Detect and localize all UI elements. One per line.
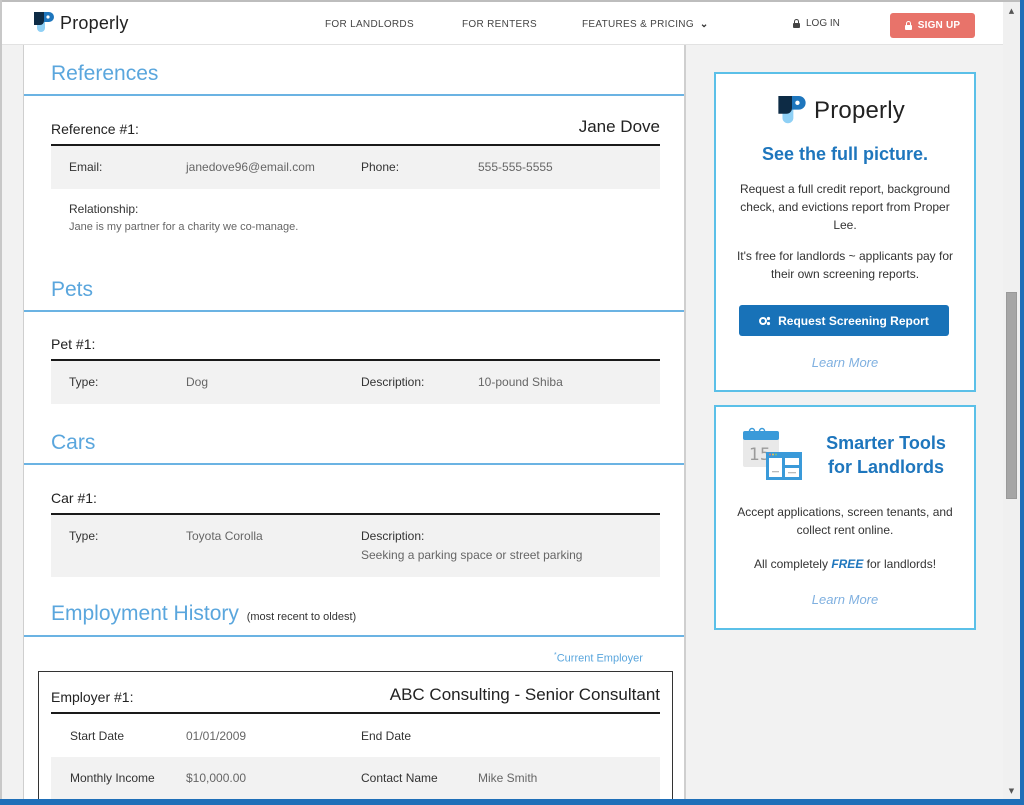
properly-logo-icon [778,96,806,124]
reference-contact-row: Email: janedove96@email.com Phone: 555-5… [51,146,660,189]
employment-title-text: Employment History [51,602,239,625]
employer-item-header: Employer #1: ABC Consulting - Senior Con… [51,685,660,714]
start-date-value: 01/01/2009 [186,729,247,743]
screening-body-2: It's free for landlords ~ applicants pay… [736,249,954,281]
screening-learn-more-link[interactable]: Learn More [716,355,974,370]
pet-description-value: 10-pound Shiba [478,375,563,389]
login-label: LOG IN [806,18,840,29]
signup-label: SIGN UP [917,20,961,31]
pet-description-label: Description: [361,375,425,389]
brand-logo[interactable]: Properly [34,12,129,34]
pet-type-value: Dog [186,375,209,389]
nav-for-renters[interactable]: FOR RENTERS [462,19,537,30]
scroll-down-arrow-icon[interactable]: ▼ [1003,782,1020,799]
employment-title: Employment History (most recent to oldes… [51,602,356,626]
pet-label: Pet #1: [51,336,96,352]
login-link[interactable]: LOG IN [793,18,840,29]
tools-headline: Smarter Tools for Landlords [826,433,946,477]
signup-button[interactable]: SIGN UP [890,13,975,38]
current-employer-legend: *Current Employer [554,652,643,665]
reference-item-header: Reference #1: Jane Dove [51,117,660,146]
screening-headline: See the full picture. [761,144,929,164]
employment-income-row: Monthly Income $10,000.00 Contact Name M… [51,757,660,799]
pet-type-label: Type: [69,375,99,389]
start-date-label: Start Date [70,729,125,743]
employment-note: (most recent to oldest) [246,611,357,623]
reference-label: Reference #1: [51,121,139,137]
request-screening-report-label: Request Screening Report [778,313,929,328]
cars-title: Cars [51,431,96,454]
pets-section-header: Pets [24,261,684,312]
references-title: References [51,62,159,85]
tools-body-2-pre: All completely [753,557,828,571]
car-description-value: Seeking a parking space or street parkin… [361,548,583,562]
nav-features-pricing-label: FEATURES & PRICING [582,19,694,30]
screening-body-1: Request a full credit report, background… [739,182,951,232]
nav-for-landlords[interactable]: FOR LANDLORDS [325,19,414,30]
pet-details-row: Type: Dog Description: 10-pound Shiba [51,361,660,404]
employer-card: Employer #1: ABC Consulting - Senior Con… [38,671,673,799]
relationship-label: Relationship: [69,202,139,216]
free-emphasis: FREE [831,557,864,571]
card-brand-logo: Properly [778,96,905,126]
contact-name-label: Contact Name [361,771,438,785]
window-frame-top [0,0,1024,2]
end-date-label: End Date [361,729,412,743]
relationship-value: Jane is my partner for a charity we co-m… [69,221,299,233]
contact-name-value: Mike Smith [478,771,538,785]
car-item-header: Car #1: [51,487,660,515]
vertical-scrollbar[interactable]: ▲ ▼ [1003,2,1020,799]
top-navbar: Properly FOR LANDLORDS FOR RENTERS FEATU… [0,2,1003,45]
application-details: References Reference #1: Jane Dove Email… [23,45,686,799]
pet-item-header: Pet #1: [51,333,660,361]
nav-features-pricing[interactable]: FEATURES & PRICING ⌄ [582,19,709,30]
cars-section-header: Cars [24,415,684,465]
references-section-header: References [24,45,684,96]
pets-title: Pets [51,278,94,301]
request-screening-report-button[interactable]: Request Screening Report [739,305,949,336]
tools-body-2-post: for landlords! [866,557,937,571]
current-employer-label: Current Employer [556,652,643,665]
car-label: Car #1: [51,490,97,506]
window-frame-right [1020,0,1024,805]
employment-dates-row: Start Date 01/01/2009 End Date [51,714,660,757]
employer-name: ABC Consulting - Senior Consultant [389,685,660,704]
employment-section-header: Employment History (most recent to oldes… [24,590,684,637]
car-description-label: Description: [361,529,425,543]
car-type-label: Type: [69,529,99,543]
tools-body-2: All completely FREE for landlords! [724,555,966,573]
card-brand-name: Properly [814,97,905,124]
email-value: janedove96@email.com [186,160,315,174]
monthly-income-label: Monthly Income [70,771,155,785]
landlord-tools-card: 15 Smarter Tools for Landlords Accept ap… [714,405,976,630]
reference-relationship-row: Relationship: Jane is my partner for a c… [51,189,660,239]
reference-name: Jane Dove [578,117,660,136]
email-label: Email: [69,160,103,174]
car-details-row: Type: Toyota Corolla Description: Seekin… [51,515,660,577]
tools-body-1: Accept applications, screen tenants, and… [737,505,953,537]
scrollbar-thumb[interactable] [1006,292,1017,499]
calendar-browser-icon: 15 [742,427,806,487]
window-frame-bottom [0,799,1024,805]
tools-learn-more-link[interactable]: Learn More [716,592,974,607]
phone-label: Phone: [361,160,400,174]
chevron-down-icon: ⌄ [699,19,709,30]
lock-icon [904,21,912,30]
employer-label: Employer #1: [51,689,134,705]
monthly-income-value: $10,000.00 [186,771,247,785]
car-type-value: Toyota Corolla [186,529,263,543]
phone-value: 555-555-5555 [478,160,553,174]
gears-icon [759,316,771,325]
properly-logo-icon [34,12,54,34]
scroll-up-arrow-icon[interactable]: ▲ [1003,2,1020,19]
window-frame-left [0,0,2,805]
brand-name: Properly [60,12,129,33]
lock-icon [793,19,800,28]
screening-promo-card: Properly See the full picture. Request a… [714,72,976,392]
